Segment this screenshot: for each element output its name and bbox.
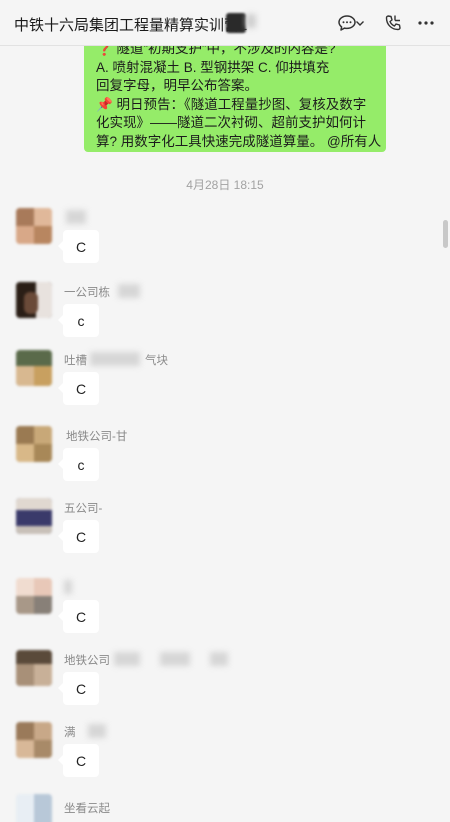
sender-name: 五公司- — [64, 503, 103, 515]
sender-name-tail: 气块 — [145, 355, 168, 367]
message-bubble[interactable]: C — [58, 230, 99, 263]
sender-name: 吐槽 — [64, 355, 87, 367]
more-dots-icon[interactable] — [414, 12, 438, 34]
sender-redaction — [210, 652, 228, 666]
avatar[interactable] — [16, 578, 52, 614]
message-bubble[interactable]: c — [58, 304, 99, 337]
sender-name: 一公司栋 — [64, 287, 110, 299]
message-timestamp: 4月28日 18:15 — [186, 178, 264, 192]
sender-redaction — [118, 284, 140, 298]
sender-name: 地铁公司-甘 — [66, 431, 128, 443]
sender-redaction — [64, 580, 72, 594]
sender-name: 满 — [64, 727, 76, 739]
chat-header: 中铁十六局集团工程量精算实训营1 — [0, 0, 450, 46]
chat-title[interactable]: 中铁十六局集团工程量精算实训营1 — [14, 14, 247, 35]
message-bubble[interactable]: C — [58, 672, 99, 705]
sender-redaction — [90, 352, 140, 366]
avatar[interactable] — [16, 426, 52, 462]
chevron-down-icon[interactable] — [353, 12, 367, 34]
avatar[interactable] — [16, 722, 52, 758]
message-bubble[interactable]: C — [58, 744, 99, 777]
avatar[interactable] — [16, 208, 52, 244]
message-line: 回复字母，明早公布答案。 — [96, 78, 258, 93]
avatar[interactable] — [16, 498, 52, 534]
message-line: 化实现》——隧道二次衬砌、超前支护如何计 — [96, 115, 366, 130]
message-line: 📌 明日预告：《隧道工程量抄图、复核及数字 — [96, 96, 367, 112]
avatar[interactable] — [16, 794, 52, 822]
sent-message-bubble[interactable]: ❓ 隧道“初期支护”中，不涉及的内容是? A. 喷射混凝土 B. 型钢拱架 C.… — [84, 40, 386, 152]
avatar[interactable] — [16, 650, 52, 686]
phone-call-icon[interactable] — [381, 12, 405, 34]
sender-redaction — [160, 652, 190, 666]
message-line: 算? 用数字化工具快速完成隧道算量。 @所有人 — [96, 133, 382, 149]
avatar[interactable] — [16, 350, 52, 386]
sender-redaction — [66, 210, 86, 224]
message-bubble[interactable]: C — [58, 372, 99, 405]
sender-redaction — [114, 652, 140, 666]
title-redaction-tail — [246, 14, 256, 28]
sender-name: 地铁公司 — [64, 655, 110, 667]
message-bubble[interactable]: C — [58, 520, 99, 553]
message-bubble[interactable]: c — [58, 448, 99, 481]
message-line: A. 喷射混凝土 B. 型钢拱架 C. 仰拱填充 — [96, 59, 330, 75]
scrollbar-thumb[interactable] — [443, 220, 448, 248]
title-redaction — [226, 13, 246, 33]
sender-redaction — [88, 724, 106, 738]
message-bubble[interactable]: C — [58, 600, 99, 633]
sender-name: 坐看云起 — [64, 803, 110, 815]
avatar[interactable] — [16, 282, 52, 318]
